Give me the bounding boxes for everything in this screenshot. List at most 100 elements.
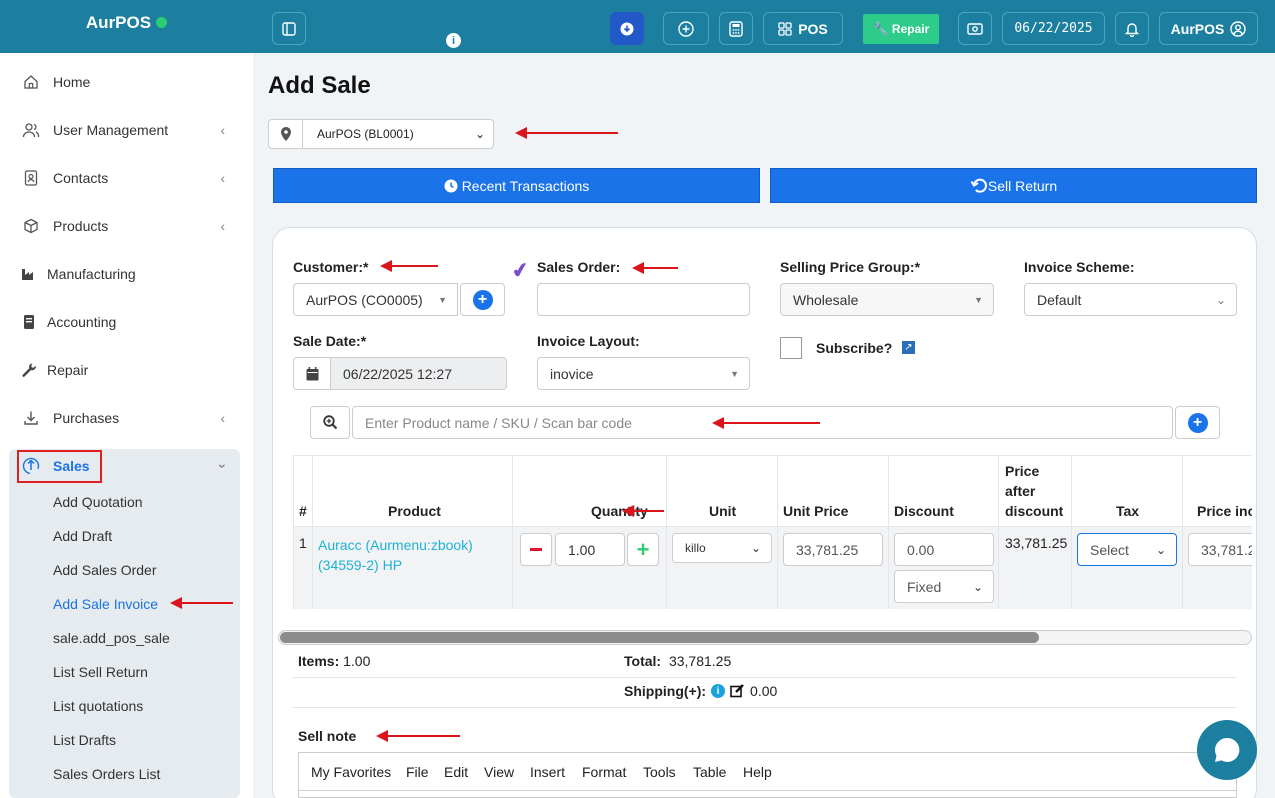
plus-circle-icon — [678, 20, 694, 37]
sidebar-item-purchases[interactable]: Purchases ‹ — [0, 398, 253, 438]
invoice-scheme-select[interactable]: Default ⌄ — [1024, 283, 1237, 316]
customer-select[interactable]: AurPOS (CO0005) ▼ — [293, 283, 458, 316]
location-select[interactable]: AurPOS (BL0001) ⌄ — [268, 119, 494, 149]
add-product-button[interactable]: + — [1175, 406, 1220, 439]
notifications-button[interactable] — [1115, 12, 1149, 45]
menu-edit[interactable]: Edit — [444, 764, 468, 780]
page-title: Add Sale — [268, 72, 371, 99]
chevron-left-icon: ‹ — [220, 122, 225, 138]
sidebar-item-products[interactable]: Products ‹ — [0, 206, 253, 246]
sidebar-item-label: Purchases — [53, 410, 120, 426]
annotation-arrow — [712, 417, 820, 429]
divider — [293, 677, 1237, 678]
invoice-layout-label: Invoice Layout: — [537, 333, 640, 349]
money-icon — [967, 22, 983, 35]
user-menu-button[interactable]: AurPOS — [1159, 12, 1258, 45]
sidebar-item-home[interactable]: Home — [0, 62, 253, 102]
repair-button[interactable]: 🔧 Repair — [863, 14, 939, 44]
menu-help[interactable]: Help — [743, 764, 772, 780]
product-name-link[interactable]: Auracc (Aurmenu:zbook) (34559-2) HP — [318, 535, 473, 575]
product-search-button[interactable] — [310, 406, 350, 439]
annotation-arrow — [380, 260, 438, 272]
calendar-button[interactable] — [293, 357, 331, 390]
chevron-down-icon: ⌄ — [750, 541, 761, 555]
add-customer-button[interactable]: + — [460, 283, 505, 316]
edit-icon[interactable] — [730, 684, 745, 698]
wrench-icon: 🔧 — [872, 21, 889, 36]
items-count: Items: 1.00 — [298, 653, 370, 669]
menu-tools[interactable]: Tools — [643, 764, 676, 780]
sidebar-item-repair[interactable]: Repair — [0, 350, 253, 390]
submenu-add-sale-invoice[interactable]: Add Sale Invoice — [53, 596, 158, 612]
brand[interactable]: AurPOS — [0, 0, 253, 53]
menu-insert[interactable]: Insert — [530, 764, 565, 780]
calendar-icon — [306, 366, 318, 380]
divider — [293, 707, 1237, 708]
discount-type-select[interactable]: Fixed ⌄ — [894, 570, 994, 603]
col-product-header: Product — [388, 503, 441, 519]
sidebar-item-accounting[interactable]: Accounting — [0, 302, 253, 342]
add-button[interactable] — [663, 12, 709, 45]
submenu-sales-orders-list[interactable]: Sales Orders List — [53, 766, 160, 782]
product-name-line-2: (34559-2) HP — [318, 557, 403, 573]
sales-order-input[interactable] — [537, 283, 750, 316]
cash-register-button[interactable] — [958, 12, 992, 45]
discount-type-value: Fixed — [907, 578, 942, 595]
menu-view[interactable]: View — [484, 764, 514, 780]
menu-format[interactable]: Format — [582, 764, 626, 780]
unit-select[interactable]: killo ⌄ — [672, 533, 772, 563]
box-icon — [22, 218, 40, 234]
menu-my-favorites[interactable]: My Favorites — [311, 764, 391, 780]
info-icon[interactable]: i — [711, 684, 726, 698]
sales-order-label: Sales Order: — [537, 259, 621, 275]
decrease-quantity-button[interactable] — [520, 533, 552, 566]
price-inc-tax-input[interactable]: 33,781.2 — [1188, 533, 1252, 566]
discount-value: 0.00 — [907, 541, 935, 558]
scrollbar-thumb[interactable] — [280, 632, 1039, 643]
pos-button[interactable]: POS — [763, 12, 843, 45]
submenu-add-sales-order[interactable]: Add Sales Order — [53, 562, 157, 578]
sale-date-input[interactable]: 06/22/2025 12:27 — [330, 357, 507, 390]
brand-name: AurPOS — [85, 13, 152, 32]
chevron-down-icon: ⌄ — [1215, 292, 1226, 307]
date-display: 06/22/2025 — [1002, 12, 1105, 45]
quantity-input[interactable]: 1.00 — [555, 533, 625, 566]
unit-price-input[interactable]: 33,781.25 — [783, 533, 883, 566]
tax-select[interactable]: Select ⌄ — [1077, 533, 1177, 566]
submenu-add-pos-sale[interactable]: sale.add_pos_sale — [53, 630, 170, 646]
calculator-button[interactable] — [719, 12, 753, 45]
increase-quantity-button[interactable]: + — [627, 533, 659, 566]
download-button[interactable] — [610, 12, 644, 45]
menu-table[interactable]: Table — [693, 764, 726, 780]
items-label: Items: — [298, 653, 340, 669]
sidebar-item-contacts[interactable]: Contacts ‹ — [0, 158, 253, 198]
sales-highlight-box — [17, 450, 102, 483]
table-border — [666, 455, 667, 609]
selling-price-group-select[interactable]: Wholesale ▼ — [780, 283, 994, 316]
plus-circle-icon: + — [472, 289, 493, 310]
subscribe-checkbox[interactable] — [780, 337, 802, 359]
recent-transactions-button[interactable]: Recent Transactions — [273, 168, 760, 203]
discount-input[interactable]: 0.00 — [894, 533, 994, 566]
submenu-add-quotation[interactable]: Add Quotation — [53, 494, 143, 510]
customer-value: AurPOS (CO0005) — [306, 291, 423, 308]
info-icon[interactable]: i — [446, 33, 461, 48]
toggle-sidebar-button[interactable] — [272, 12, 306, 45]
external-link-icon[interactable]: ↗ — [902, 341, 915, 354]
invoice-layout-select[interactable]: inovice ▼ — [537, 357, 750, 390]
tax-value: Select — [1090, 541, 1129, 558]
submenu-list-quotations[interactable]: List quotations — [53, 698, 143, 714]
home-icon — [22, 74, 40, 90]
selling-price-group-label: Selling Price Group:* — [780, 259, 921, 275]
minus-icon — [530, 548, 542, 551]
chat-button[interactable] — [1197, 720, 1257, 780]
submenu-add-draft[interactable]: Add Draft — [53, 528, 112, 544]
submenu-list-sell-return[interactable]: List Sell Return — [53, 664, 148, 680]
sidebar-item-user-management[interactable]: User Management ‹ — [0, 110, 253, 150]
sidebar-item-manufacturing[interactable]: Manufacturing — [0, 254, 253, 294]
sell-return-button[interactable]: Sell Return — [770, 168, 1257, 203]
menu-file[interactable]: File — [406, 764, 429, 780]
unit-value: killo — [685, 541, 706, 555]
submenu-list-drafts[interactable]: List Drafts — [53, 732, 116, 748]
book-icon — [20, 314, 38, 330]
